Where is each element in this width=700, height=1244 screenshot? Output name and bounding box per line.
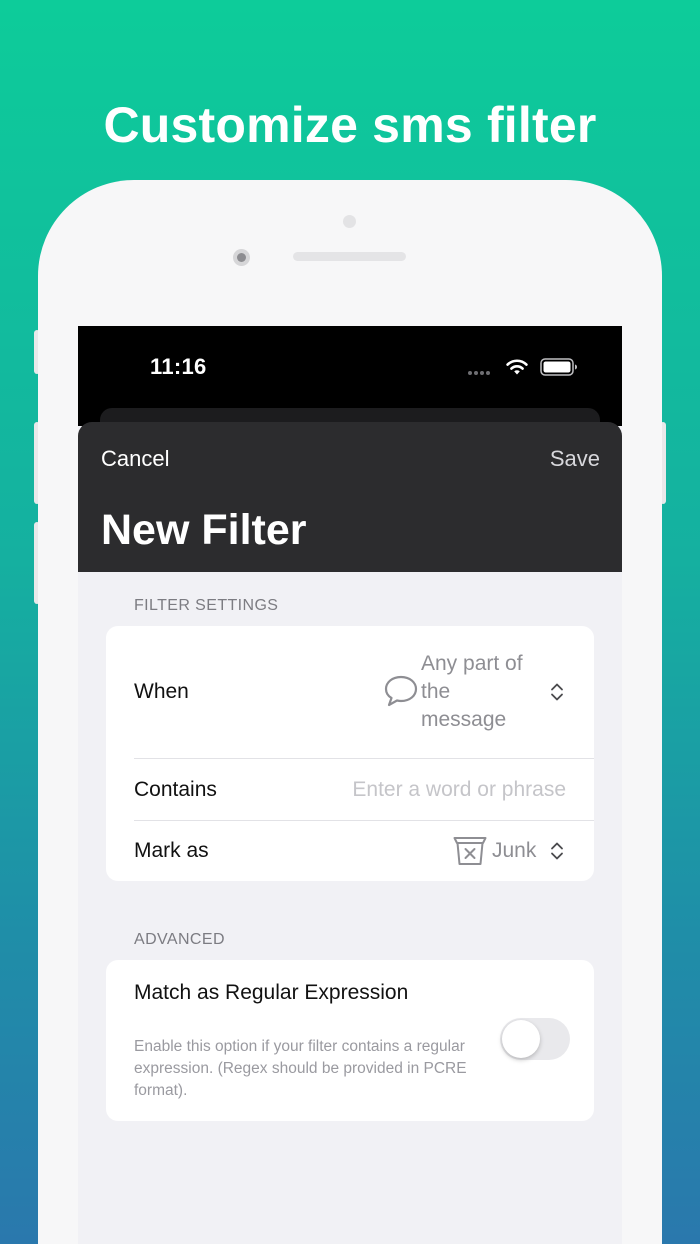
mark-as-label: Mark as (134, 839, 209, 862)
filter-settings-card: When Any part of the message Contains En… (106, 626, 594, 881)
advanced-card: Match as Regular Expression Enable this … (106, 960, 594, 1121)
status-time: 11:16 (150, 354, 207, 379)
advanced-header: ADVANCED (134, 931, 225, 948)
regex-label: Match as Regular Expression (134, 981, 409, 1004)
regex-description: Enable this option if your filter contai… (134, 1038, 467, 1099)
junk-bin-icon (453, 837, 487, 865)
when-label: When (134, 680, 189, 703)
earpiece-speaker (293, 252, 406, 261)
when-value-line: Any part of (421, 652, 523, 675)
chevron-up-down-icon (551, 842, 563, 860)
contains-row: Contains Enter a word or phrase (106, 759, 594, 820)
battery-icon (540, 358, 577, 376)
when-row[interactable]: When Any part of the message (106, 626, 594, 758)
save-button[interactable]: Save (550, 446, 600, 472)
contains-label: Contains (134, 778, 217, 801)
contains-input[interactable]: Enter a word or phrase (352, 778, 566, 802)
wifi-icon (506, 359, 528, 375)
front-camera (233, 249, 250, 266)
speech-bubble-icon (384, 675, 418, 707)
cancel-button[interactable]: Cancel (101, 446, 169, 472)
toggle-knob (502, 1020, 540, 1058)
navigation-bar: Cancel Save New Filter (78, 422, 622, 572)
mark-as-value: Junk (492, 839, 537, 862)
marketing-headline: Customize sms filter (103, 97, 597, 153)
mark-as-row[interactable]: Mark as Junk (106, 821, 594, 881)
chevron-up-down-icon (551, 683, 563, 701)
phone-screen: 11:16 Cancel Save New Filter FILTER SETT… (78, 326, 622, 1244)
cellular-dots-icon (468, 371, 496, 377)
filter-settings-header: FILTER SETTINGS (134, 597, 279, 614)
page-title: New Filter (101, 506, 307, 554)
when-value: Any part of the message (421, 650, 523, 734)
regex-toggle[interactable] (500, 1018, 570, 1060)
phone-sensor (343, 215, 356, 228)
when-value-line: the (421, 680, 451, 703)
when-value-line: message (421, 708, 507, 731)
